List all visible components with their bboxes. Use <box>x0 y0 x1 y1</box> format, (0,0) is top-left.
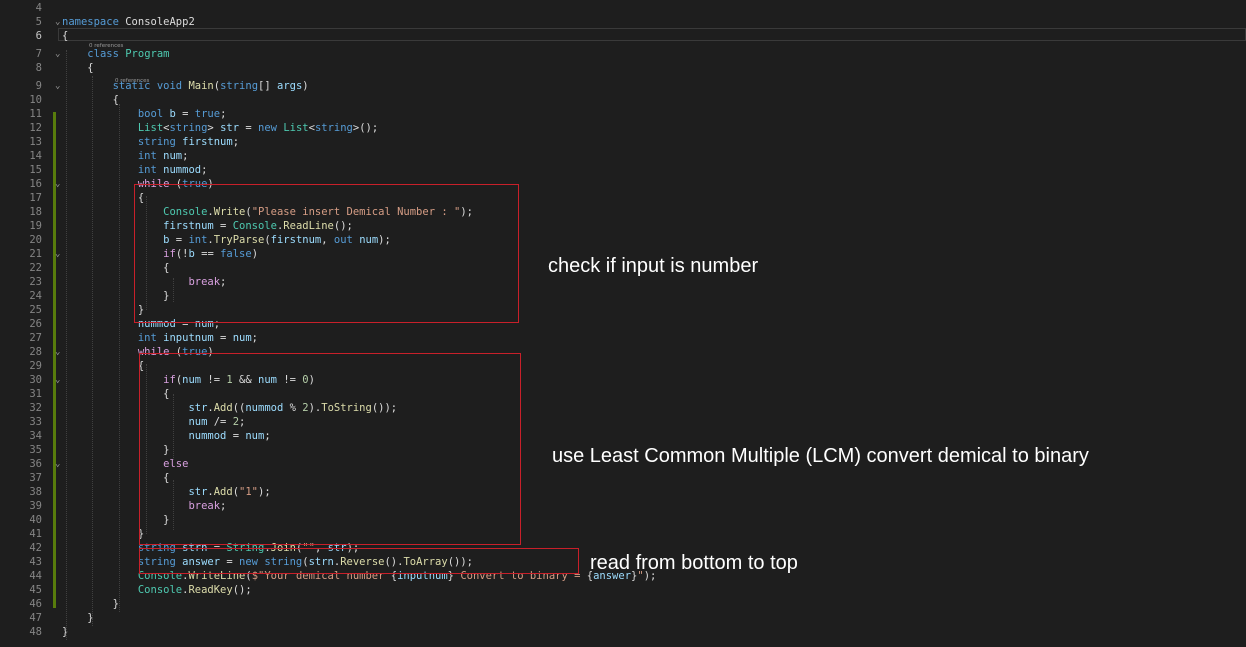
line-number: 5 <box>35 16 42 28</box>
annotation-input-check: check if input is number <box>548 255 759 277</box>
indent-guide <box>173 278 174 302</box>
line-number-gutter: 4 5 6 7 8 9 10 11 12 13 14 15 16 17 18 19 20 21 22 23 24 25 26… <box>0 0 58 647</box>
fold-chevron-icon[interactable]: ⌄ <box>55 247 60 261</box>
line-number: 8 <box>35 62 42 74</box>
code-line[interactable]: { <box>62 359 144 373</box>
code-line[interactable]: Console.ReadKey(); <box>62 583 252 597</box>
line-number: 47 <box>29 612 42 624</box>
line-number: 31 <box>29 388 42 400</box>
code-line[interactable]: int nummod; <box>62 163 208 177</box>
code-line[interactable]: string firstnum; <box>62 135 239 149</box>
line-number: 9 <box>35 80 42 92</box>
line-number: 38 <box>29 486 42 498</box>
code-line[interactable]: class Program <box>62 47 169 61</box>
code-line[interactable]: static void Main(string[] args) <box>62 79 309 93</box>
highlight-box-conversion-loop <box>139 353 521 545</box>
code-line[interactable]: int num; <box>62 149 189 163</box>
line-number: 25 <box>29 304 42 316</box>
indent-guide <box>119 104 120 612</box>
line-number: 20 <box>29 234 42 246</box>
fold-chevron-icon[interactable]: ⌄ <box>55 47 60 61</box>
line-number: 22 <box>29 262 42 274</box>
line-number: 17 <box>29 192 42 204</box>
code-line[interactable]: { <box>62 29 68 43</box>
line-number: 4 <box>35 2 42 14</box>
indent-guide <box>173 394 174 460</box>
line-number: 14 <box>29 150 42 162</box>
code-line[interactable]: bool b = true; <box>62 107 227 121</box>
line-number: 41 <box>29 528 42 540</box>
line-number: 32 <box>29 402 42 414</box>
line-number: 42 <box>29 542 42 554</box>
line-number: 40 <box>29 514 42 526</box>
line-number: 28 <box>29 346 42 358</box>
code-line[interactable]: } <box>62 527 144 541</box>
indent-guide <box>173 480 174 530</box>
line-number: 44 <box>29 570 42 582</box>
indent-guide <box>146 364 147 534</box>
fold-chevron-icon[interactable]: ⌄ <box>55 79 60 93</box>
fold-chevron-icon[interactable]: ⌄ <box>55 15 60 29</box>
line-number: 35 <box>29 444 42 456</box>
annotation-lcm-convert: use Least Common Multiple (LCM) convert … <box>552 445 1089 467</box>
line-number: 33 <box>29 416 42 428</box>
code-line[interactable]: } <box>62 597 119 611</box>
fold-chevron-icon[interactable]: ⌄ <box>55 345 60 359</box>
line-number: 30 <box>29 374 42 386</box>
line-number: 21 <box>29 248 42 260</box>
annotation-read-order: read from bottom to top <box>590 552 798 574</box>
line-number: 24 <box>29 290 42 302</box>
fold-chevron-icon[interactable]: ⌄ <box>55 457 60 471</box>
line-number: 48 <box>29 626 42 638</box>
line-number: 15 <box>29 164 42 176</box>
line-number: 34 <box>29 430 42 442</box>
code-line[interactable]: } <box>62 303 144 317</box>
line-number: 18 <box>29 206 42 218</box>
line-number: 39 <box>29 500 42 512</box>
line-number: 23 <box>29 276 42 288</box>
line-number: 29 <box>29 360 42 372</box>
line-number: 19 <box>29 220 42 232</box>
code-line[interactable]: { <box>62 93 119 107</box>
code-line[interactable]: List<string> str = new List<string>(); <box>62 121 378 135</box>
line-number: 27 <box>29 332 42 344</box>
code-line[interactable]: { <box>62 191 144 205</box>
highlight-box-reverse-join <box>139 548 579 574</box>
indent-guide <box>146 196 147 310</box>
line-number: 45 <box>29 584 42 596</box>
line-number: 46 <box>29 598 42 610</box>
indent-guide <box>92 76 93 626</box>
line-number: 36 <box>29 458 42 470</box>
line-number: 13 <box>29 136 42 148</box>
highlight-box-input-loop <box>134 184 519 323</box>
line-number: 16 <box>29 178 42 190</box>
line-number: 12 <box>29 122 42 134</box>
line-number: 6 <box>35 30 42 42</box>
line-number: 10 <box>29 94 42 106</box>
line-number: 26 <box>29 318 42 330</box>
line-number: 43 <box>29 556 42 568</box>
line-number: 37 <box>29 472 42 484</box>
fold-chevron-icon[interactable]: ⌄ <box>55 373 60 387</box>
indent-guide <box>66 50 67 640</box>
line-number: 11 <box>29 108 42 120</box>
line-number: 7 <box>35 48 42 60</box>
code-line[interactable]: namespace ConsoleApp2 <box>62 15 195 29</box>
fold-chevron-icon[interactable]: ⌄ <box>55 177 60 191</box>
